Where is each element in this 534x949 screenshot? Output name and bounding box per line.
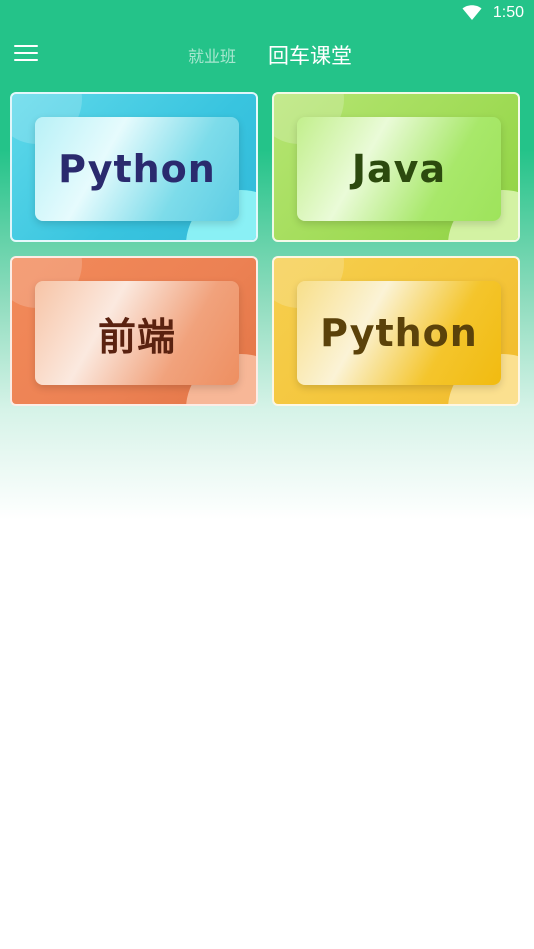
course-card-frontend[interactable]: 前端 [10, 256, 258, 406]
tab-huiche-ketang[interactable]: 回车课堂 [268, 40, 352, 70]
course-plate: Python [35, 117, 239, 221]
menu-icon[interactable] [14, 41, 40, 65]
course-card-python[interactable]: Python [10, 92, 258, 242]
course-card-python-2[interactable]: Python [272, 256, 520, 406]
course-plate: 前端 [35, 281, 239, 385]
status-bar: 1:50 [0, 0, 534, 28]
course-label: Python [58, 147, 216, 191]
app-header: 就业班 回车课堂 [0, 28, 534, 80]
course-plate: Java [297, 117, 501, 221]
wifi-icon [462, 5, 482, 20]
course-label: Java [351, 147, 447, 191]
tab-jiuye-ban[interactable]: 就业班 [188, 43, 236, 67]
course-card-java[interactable]: Java [272, 92, 520, 242]
course-plate: Python [297, 281, 501, 385]
status-time: 1:50 [492, 4, 524, 21]
course-label: Python [320, 311, 478, 355]
course-label: 前端 [97, 314, 176, 359]
